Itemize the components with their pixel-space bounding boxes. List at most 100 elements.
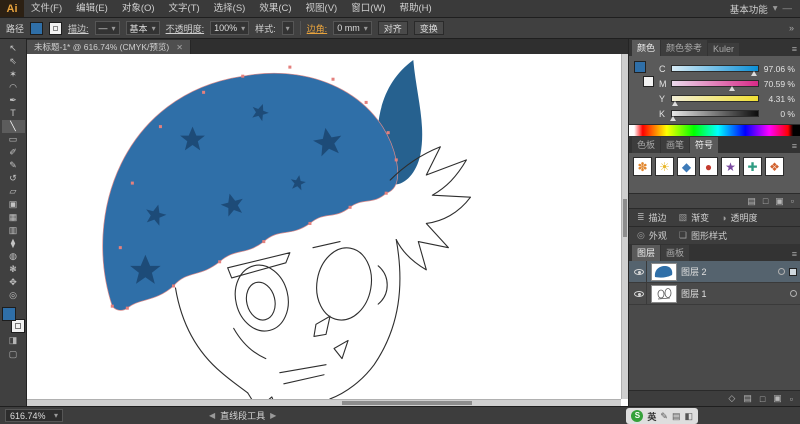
appearance-panel-button[interactable]: ◎ 外观	[637, 229, 667, 242]
menu-type[interactable]: 文字(T)	[162, 0, 207, 17]
ime-settings-icon[interactable]: ◧	[684, 411, 693, 422]
stroke-swatch[interactable]	[11, 319, 25, 333]
corner-link[interactable]: 边角:	[307, 22, 328, 35]
black-value[interactable]: 0 %	[763, 109, 795, 119]
chevron-down-icon[interactable]: ▾	[54, 411, 58, 420]
paintbrush-tool[interactable]: ✐	[2, 146, 25, 159]
close-icon[interactable]: ✕	[176, 43, 183, 52]
selection-tool[interactable]: ↖	[2, 42, 25, 55]
zoom-tool[interactable]: ◎	[2, 289, 25, 302]
layer-row-2[interactable]: 图层 2	[629, 261, 800, 283]
canvas[interactable]	[27, 54, 628, 406]
symbol-thumbnail[interactable]: ◆	[677, 157, 696, 176]
tab-kuler[interactable]: Kuler	[708, 43, 739, 56]
layer-row-1[interactable]: 图层 1	[629, 283, 800, 305]
layer-name[interactable]: 图层 1	[681, 287, 786, 300]
stroke-proxy[interactable]	[643, 76, 654, 87]
vertical-scrollbar[interactable]	[621, 54, 628, 399]
tab-color-guide[interactable]: 颜色参考	[661, 40, 707, 56]
tab-swatches[interactable]: 色板	[632, 137, 660, 153]
zoom-control[interactable]: 616.74% ▾	[5, 409, 63, 422]
visibility-toggle[interactable]	[632, 261, 647, 282]
layer-selection-proxy[interactable]	[789, 268, 797, 276]
stroke-panel-link[interactable]: 描边:	[68, 22, 89, 35]
fill-swatch[interactable]	[2, 307, 16, 321]
color-spectrum-bar[interactable]	[629, 124, 800, 136]
menu-window[interactable]: 窗口(W)	[344, 0, 392, 17]
screen-mode-button[interactable]: ▢	[2, 347, 25, 361]
symbol-thumbnail[interactable]: ★	[721, 157, 740, 176]
fill-stroke-control[interactable]	[2, 307, 25, 333]
menu-help[interactable]: 帮助(H)	[393, 0, 439, 17]
tab-brushes[interactable]: 画笔	[661, 137, 689, 153]
yellow-slider[interactable]	[671, 95, 759, 102]
prev-icon[interactable]: ◀	[209, 411, 215, 420]
tab-artboards[interactable]: 画板	[661, 245, 689, 261]
pencil-tool[interactable]: ✎	[2, 159, 25, 172]
make-mask-icon[interactable]: ◇	[728, 393, 735, 404]
panel-options-icon[interactable]: ▫	[790, 394, 793, 404]
panel-menu-icon[interactable]: ≡	[792, 249, 797, 261]
symbol-thumbnail[interactable]: ☀	[655, 157, 674, 176]
menu-effect[interactable]: 效果(C)	[252, 0, 298, 17]
workspace-switcher[interactable]: 基本功能	[730, 2, 768, 16]
panel-footer-icon[interactable]: □	[763, 196, 768, 206]
menu-edit[interactable]: 编辑(E)	[69, 0, 115, 17]
style-combo[interactable]: ▾	[282, 21, 294, 35]
chevron-down-icon[interactable]: ▾	[773, 3, 778, 14]
panel-footer-icon[interactable]: ▣	[775, 196, 784, 207]
panel-footer-icon[interactable]: ▫	[791, 196, 794, 206]
ime-keyboard-icon[interactable]: ▤	[672, 411, 681, 422]
opacity-link[interactable]: 不透明度:	[166, 22, 205, 35]
menu-file[interactable]: 文件(F)	[24, 0, 69, 17]
eyedropper-tool[interactable]: ⧫	[2, 237, 25, 250]
draw-mode-button[interactable]: ◨	[2, 333, 25, 347]
new-sublayer-icon[interactable]: ▤	[743, 393, 752, 404]
line-tool[interactable]: ╲	[2, 120, 25, 133]
ime-language-toggle[interactable]: 英	[647, 410, 656, 423]
cyan-slider[interactable]	[671, 65, 759, 72]
collapse-icon[interactable]: »	[789, 23, 794, 33]
menu-select[interactable]: 选择(S)	[207, 0, 253, 17]
rectangle-tool[interactable]: ▭	[2, 133, 25, 146]
horizontal-scrollbar-thumb[interactable]	[342, 401, 472, 405]
shape-builder-tool[interactable]: ▣	[2, 198, 25, 211]
blend-tool[interactable]: ◍	[2, 250, 25, 263]
gradient-panel-button[interactable]: ▧ 渐变	[679, 211, 710, 224]
fill-stroke-indicator[interactable]	[634, 61, 654, 87]
tab-color[interactable]: 颜色	[632, 40, 660, 56]
type-tool[interactable]: T	[2, 107, 25, 120]
stroke-weight-combo[interactable]: — ▾	[95, 21, 120, 35]
lasso-tool[interactable]: ◠	[2, 81, 25, 94]
align-button[interactable]: 对齐	[378, 21, 408, 35]
layer-name[interactable]: 图层 2	[681, 265, 774, 278]
brush-definition-combo[interactable]: 基本 ▾	[126, 21, 160, 35]
magic-wand-tool[interactable]: ✶	[2, 68, 25, 81]
symbol-thumbnail[interactable]: ❖	[765, 157, 784, 176]
tab-symbols[interactable]: 符号	[690, 137, 718, 153]
opacity-combo[interactable]: 100% ▾	[210, 21, 249, 35]
hand-tool[interactable]: ✥	[2, 276, 25, 289]
yellow-value[interactable]: 4.31 %	[763, 94, 795, 104]
corner-combo[interactable]: 0 mm ▾	[333, 21, 372, 35]
horizontal-scrollbar[interactable]	[27, 399, 621, 406]
graphic-styles-panel-button[interactable]: ❏ 图形样式	[679, 229, 727, 242]
rotate-tool[interactable]: ↺	[2, 172, 25, 185]
fill-color-swatch[interactable]	[30, 22, 43, 35]
ime-pen-icon[interactable]: ✎	[660, 411, 668, 422]
menu-object[interactable]: 对象(O)	[115, 0, 162, 17]
zoom-value[interactable]: 616.74%	[10, 411, 46, 421]
panel-menu-icon[interactable]: ≡	[792, 44, 797, 56]
gradient-tool[interactable]: ▥	[2, 224, 25, 237]
visibility-toggle[interactable]	[632, 283, 647, 304]
panel-footer-icon[interactable]: ▤	[747, 196, 756, 207]
menu-view[interactable]: 视图(V)	[299, 0, 345, 17]
direct-selection-tool[interactable]: ⇖	[2, 55, 25, 68]
scale-tool[interactable]: ▱	[2, 185, 25, 198]
cyan-value[interactable]: 97.06 %	[763, 64, 795, 74]
document-tab[interactable]: 未标题-1* @ 616.74% (CMYK/预览) ✕	[27, 40, 191, 54]
fill-proxy[interactable]	[634, 61, 646, 73]
black-slider[interactable]	[671, 110, 759, 117]
next-icon[interactable]: ▶	[270, 411, 276, 420]
symbol-thumbnail[interactable]: ✚	[743, 157, 762, 176]
